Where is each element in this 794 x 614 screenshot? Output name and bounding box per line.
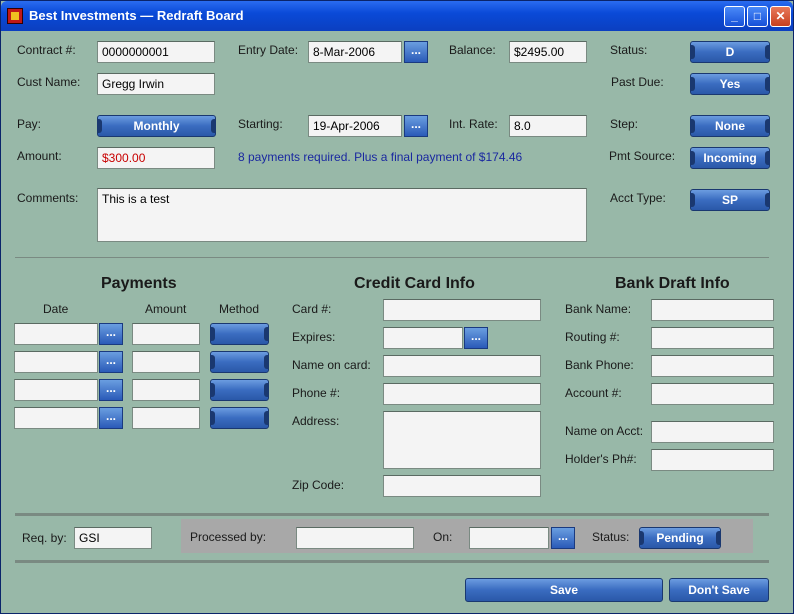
acct-type-label: Acct Type: bbox=[610, 191, 666, 205]
close-button[interactable]: ✕ bbox=[770, 6, 791, 27]
acct-type-button[interactable]: SP bbox=[690, 189, 770, 211]
payment-date-field[interactable] bbox=[14, 379, 98, 401]
processed-by-field[interactable] bbox=[296, 527, 414, 549]
account-field[interactable] bbox=[651, 383, 774, 405]
payment-amount-field[interactable] bbox=[132, 407, 200, 429]
pay-frequency-button[interactable]: Monthly bbox=[97, 115, 216, 137]
starting-date-field[interactable]: 19-Apr-2006 bbox=[308, 115, 402, 137]
name-on-acct-label: Name on Acct: bbox=[565, 424, 644, 438]
cust-name-field[interactable]: Gregg Irwin bbox=[97, 73, 215, 95]
card-phone-field[interactable] bbox=[383, 383, 541, 405]
card-number-field[interactable] bbox=[383, 299, 541, 321]
payment-method-button[interactable] bbox=[210, 407, 269, 429]
pay-label: Pay: bbox=[17, 117, 42, 131]
minimize-button[interactable]: _ bbox=[724, 6, 745, 27]
payment-date-field[interactable] bbox=[14, 407, 98, 429]
on-label: On: bbox=[433, 530, 453, 544]
payment-date-picker-button[interactable]: ... bbox=[99, 323, 123, 345]
processed-on-picker-button[interactable]: ... bbox=[551, 527, 575, 549]
zip-code-label: Zip Code: bbox=[292, 478, 345, 492]
payment-method-button[interactable] bbox=[210, 351, 269, 373]
zip-code-field[interactable] bbox=[383, 475, 541, 497]
starting-date-picker-button[interactable]: ... bbox=[404, 115, 428, 137]
payment-date-picker-button[interactable]: ... bbox=[99, 379, 123, 401]
holder-phone-label: Holder's Ph#: bbox=[565, 452, 637, 466]
payments-date-header: Date bbox=[43, 302, 69, 316]
expires-field[interactable] bbox=[383, 327, 463, 349]
req-by-field[interactable]: GSI bbox=[74, 527, 152, 549]
dont-save-button[interactable]: Don't Save bbox=[669, 578, 769, 602]
starting-label: Starting: bbox=[238, 117, 283, 131]
payment-amount-field[interactable] bbox=[132, 323, 200, 345]
app-icon bbox=[7, 8, 23, 24]
entry-date-picker-button[interactable]: ... bbox=[404, 41, 428, 63]
amount-label: Amount: bbox=[17, 149, 62, 163]
payment-method-button[interactable] bbox=[210, 379, 269, 401]
entry-date-field[interactable]: 8-Mar-2006 bbox=[308, 41, 402, 63]
bank-name-label: Bank Name: bbox=[565, 302, 632, 316]
title-bar[interactable]: Best Investments — Redraft Board _ □ ✕ bbox=[1, 1, 793, 31]
contract-field[interactable]: 0000000001 bbox=[97, 41, 215, 63]
balance-label: Balance: bbox=[449, 43, 496, 57]
pmt-source-button[interactable]: Incoming bbox=[690, 147, 770, 169]
payment-method-button[interactable] bbox=[210, 323, 269, 345]
comments-textarea[interactable]: This is a test bbox=[97, 188, 587, 242]
payment-date-field[interactable] bbox=[14, 323, 98, 345]
name-on-card-label: Name on card: bbox=[292, 358, 371, 372]
payments-title: Payments bbox=[101, 275, 177, 292]
cust-name-label: Cust Name: bbox=[17, 75, 81, 89]
status-button[interactable]: D bbox=[690, 41, 770, 63]
expires-label: Expires: bbox=[292, 330, 336, 344]
req-by-label: Req. by: bbox=[22, 531, 67, 545]
credit-card-title: Credit Card Info bbox=[354, 275, 475, 292]
footer-top-rule bbox=[15, 513, 769, 516]
amount-field[interactable]: $300.00 bbox=[97, 147, 215, 169]
routing-label: Routing #: bbox=[565, 330, 620, 344]
section-divider bbox=[15, 257, 769, 258]
int-rate-field[interactable]: 8.0 bbox=[509, 115, 587, 137]
account-label: Account #: bbox=[565, 386, 622, 400]
name-on-card-field[interactable] bbox=[383, 355, 541, 377]
footer-bottom-rule bbox=[15, 560, 769, 563]
int-rate-label: Int. Rate: bbox=[449, 117, 498, 131]
save-button[interactable]: Save bbox=[465, 578, 663, 602]
payment-amount-field[interactable] bbox=[132, 379, 200, 401]
comments-label: Comments: bbox=[17, 191, 79, 205]
address-textarea[interactable] bbox=[383, 411, 541, 469]
expires-picker-button[interactable]: ... bbox=[464, 327, 488, 349]
maximize-button[interactable]: □ bbox=[747, 6, 768, 27]
bank-draft-title: Bank Draft Info bbox=[615, 275, 730, 292]
pmt-source-label: Pmt Source: bbox=[609, 149, 676, 163]
name-on-acct-field[interactable] bbox=[651, 421, 774, 443]
bank-name-field[interactable] bbox=[651, 299, 774, 321]
payment-amount-field[interactable] bbox=[132, 351, 200, 373]
bank-phone-label: Bank Phone: bbox=[565, 358, 634, 372]
contract-label: Contract #: bbox=[17, 43, 76, 57]
payment-date-picker-button[interactable]: ... bbox=[99, 351, 123, 373]
entry-date-label: Entry Date: bbox=[238, 43, 299, 57]
footer-status-button[interactable]: Pending bbox=[639, 527, 721, 549]
past-due-label: Past Due: bbox=[611, 75, 664, 89]
card-phone-label: Phone #: bbox=[292, 386, 341, 400]
holder-phone-field[interactable] bbox=[651, 449, 774, 471]
footer-status-label: Status: bbox=[592, 530, 630, 544]
window-title: Best Investments — Redraft Board bbox=[29, 8, 244, 23]
payments-info-text: 8 payments required. Plus a final paymen… bbox=[238, 150, 523, 164]
payment-date-picker-button[interactable]: ... bbox=[99, 407, 123, 429]
card-number-label: Card #: bbox=[292, 302, 332, 316]
payments-amount-header: Amount bbox=[145, 302, 187, 316]
routing-field[interactable] bbox=[651, 327, 774, 349]
payments-method-header: Method bbox=[219, 302, 260, 316]
processed-on-field[interactable] bbox=[469, 527, 549, 549]
payment-date-field[interactable] bbox=[14, 351, 98, 373]
processed-by-label: Processed by: bbox=[190, 530, 267, 544]
step-button[interactable]: None bbox=[690, 115, 770, 137]
bank-phone-field[interactable] bbox=[651, 355, 774, 377]
balance-field[interactable]: $2495.00 bbox=[509, 41, 587, 63]
main-window: Best Investments — Redraft Board _ □ ✕ C… bbox=[0, 0, 794, 614]
step-label: Step: bbox=[610, 117, 639, 131]
status-label: Status: bbox=[610, 43, 648, 57]
past-due-button[interactable]: Yes bbox=[690, 73, 770, 95]
address-label: Address: bbox=[292, 414, 340, 428]
